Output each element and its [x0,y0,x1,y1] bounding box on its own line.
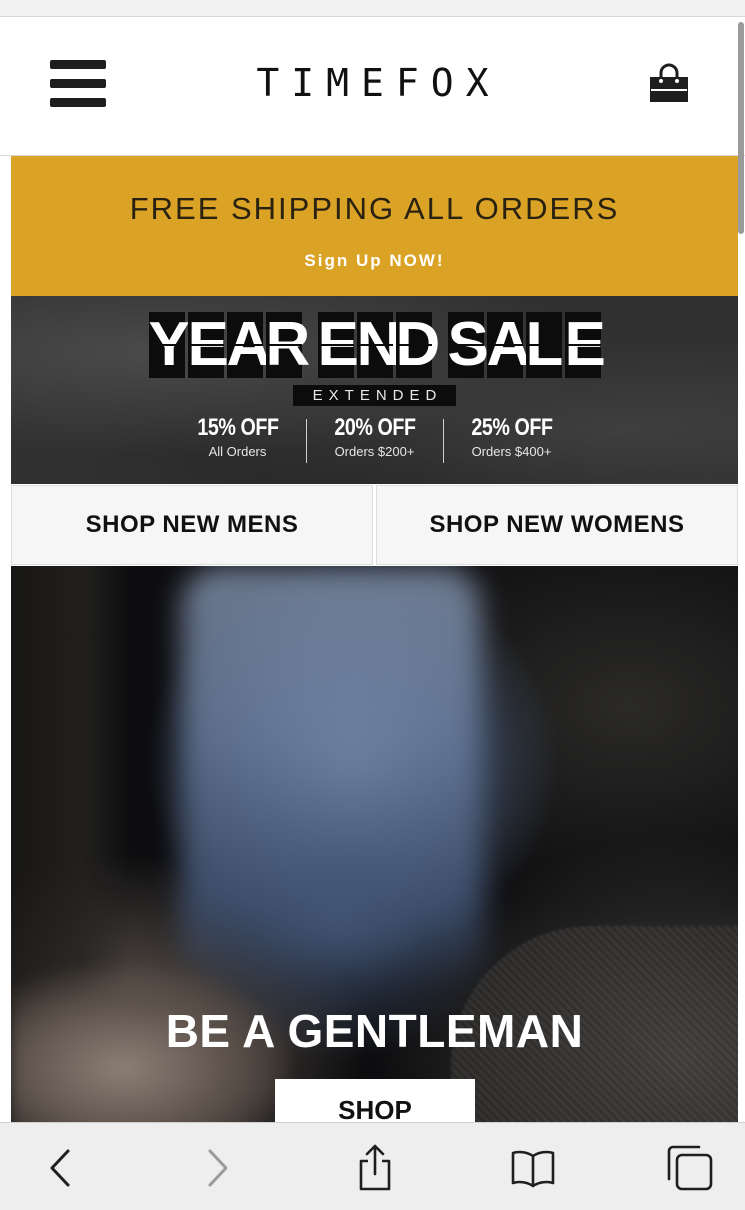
signup-link[interactable]: Sign Up NOW! [11,251,738,271]
hero-shirt-image [181,566,481,986]
sale-letter: D [395,310,441,379]
discount-tier: 25% OFF Orders $400+ [446,414,578,463]
site-logo[interactable]: TIMEFOX [0,61,745,105]
discount-tiers: 15% OFF All Orders 20% OFF Orders $200+ … [11,414,738,463]
page: TIMEFOX FREE SHIPPING ALL ORDERS Sign Up… [0,0,745,1210]
tier-discount: 25% OFF [470,414,553,441]
sale-letter: E [187,310,229,379]
bookmarks-icon-graphic [511,1150,555,1188]
share-icon[interactable] [350,1143,400,1193]
sale-letter: E [317,310,359,379]
year-end-sale-banner[interactable]: YEAR END SALE EXTENDED 15% OFF All Order… [11,296,738,484]
hero-banner[interactable]: BE A GENTLEMAN SHOP [11,566,738,1126]
tabs-icon-graphic [667,1145,713,1191]
tier-condition: Orders $200+ [334,444,415,459]
forward-icon[interactable] [192,1143,242,1193]
sale-word: YEAR [148,310,311,379]
hero-shop-button[interactable]: SHOP [275,1079,475,1126]
sale-letter: L [525,310,564,379]
sale-subtitle-wrap: EXTENDED [11,385,738,406]
sale-letter: A [226,310,272,379]
shop-category-row: SHOP NEW MENS SHOP NEW WOMENS [11,485,738,565]
shop-new-mens-button[interactable]: SHOP NEW MENS [11,485,373,565]
page-scrollbar[interactable] [738,22,744,234]
sale-word: END [317,310,441,379]
tier-discount: 20% OFF [333,414,416,441]
tier-condition: Orders $400+ [471,444,552,459]
tier-condition: All Orders [208,444,267,459]
sale-letter: S [447,310,489,379]
sale-letter: Y [148,310,190,379]
bookmarks-icon[interactable] [508,1143,558,1193]
shopping-bag-icon[interactable] [646,61,692,107]
sale-word: SALE [447,310,606,379]
share-icon-graphic [359,1144,391,1191]
back-icon-graphic [50,1149,70,1187]
hero-title: BE A GENTLEMAN [165,1005,584,1057]
site-header: TIMEFOX [0,17,745,156]
promo-title: FREE SHIPPING ALL ORDERS [129,191,620,226]
shop-new-womens-button[interactable]: SHOP NEW WOMENS [376,485,738,565]
discount-tier: 20% OFF Orders $200+ [309,414,441,463]
sale-subtitle: EXTENDED [292,385,457,406]
shopping-bag-icon-graphic [650,63,688,102]
sale-headline: YEAR END SALE [11,312,738,378]
sale-letter: N [356,310,402,379]
tier-discount: 15% OFF [196,414,279,441]
discount-tier: 15% OFF All Orders [172,414,304,463]
sale-letter: R [265,310,311,379]
free-shipping-banner: FREE SHIPPING ALL ORDERS Sign Up NOW! [11,156,738,296]
tabs-icon[interactable] [665,1143,715,1193]
back-icon[interactable] [36,1143,86,1193]
browser-toolbar [0,1122,745,1210]
tier-divider [442,419,444,463]
status-strip [0,0,745,17]
sale-letter: E [564,310,606,379]
sale-letter: A [486,310,532,379]
forward-icon-graphic [208,1149,228,1187]
tier-divider [305,419,307,463]
